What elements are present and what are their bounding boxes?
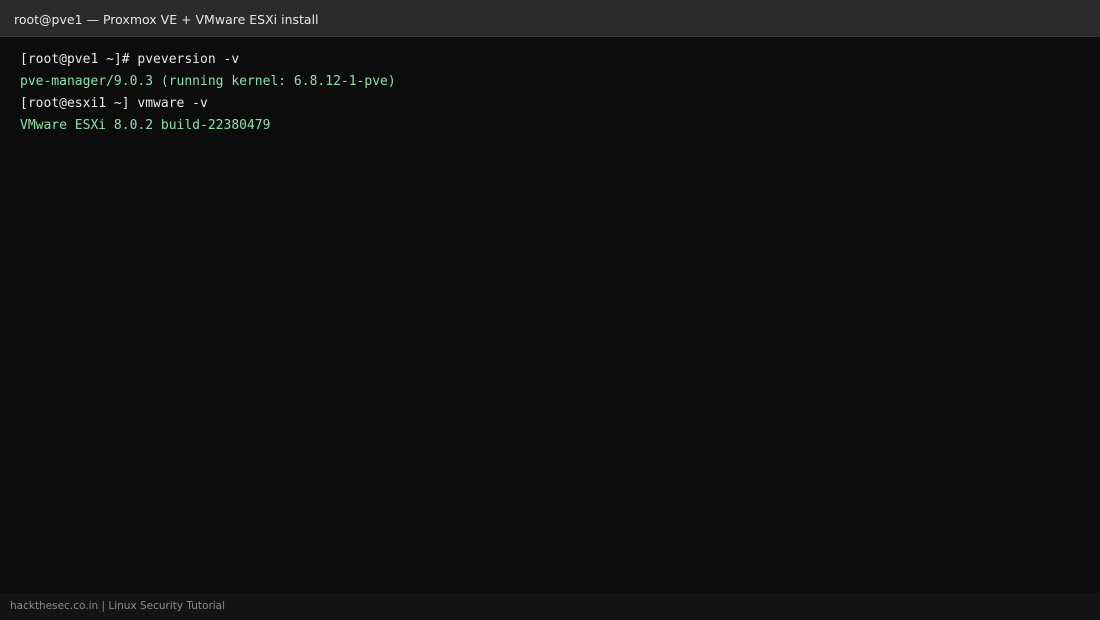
status-bar: hackthesec.co.in | Linux Security Tutori… [0,593,1100,620]
terminal-line-output: pve-manager/9.0.3 (running kernel: 6.8.1… [20,74,396,89]
terminal-line-command: [root@pve1 ~]# pveversion -v [20,52,240,67]
terminal-line-output: VMware ESXi 8.0.2 build-22380479 [20,118,271,133]
terminal-pane[interactable]: [root@pve1 ~]# pveversion -v pve-manager… [0,37,1100,593]
terminal-window: root@pve1 — Proxmox VE + VMware ESXi ins… [0,0,1100,620]
footer-credit: hackthesec.co.in | Linux Security Tutori… [10,600,226,612]
window-title: root@pve1 — Proxmox VE + VMware ESXi ins… [14,12,319,27]
terminal-output: [root@pve1 ~]# pveversion -v pve-manager… [20,49,396,137]
terminal-line-command: [root@esxi1 ~] vmware -v [20,96,208,111]
title-bar[interactable]: root@pve1 — Proxmox VE + VMware ESXi ins… [0,0,1100,37]
